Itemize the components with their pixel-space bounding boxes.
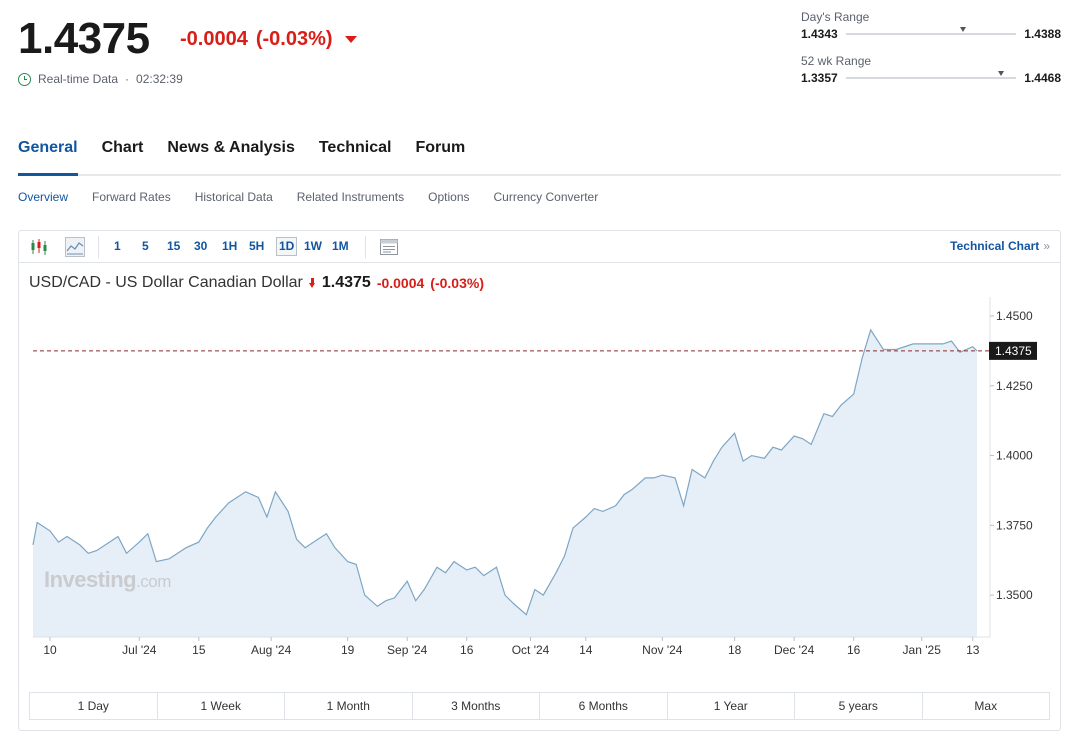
days-range-bar <box>845 27 1017 35</box>
period-selector: 1 Day 1 Week 1 Month 3 Months 6 Months 1… <box>29 692 1050 720</box>
days-range-high: 1.4388 <box>1024 27 1061 41</box>
timeframe-15[interactable]: 15 <box>167 239 180 253</box>
x-tick-label: Dec '24 <box>774 643 815 657</box>
subtab-related-instruments[interactable]: Related Instruments <box>297 190 404 204</box>
quote-page: 1.4375 -0.0004 (-0.03%) Real-time Data ·… <box>0 0 1078 741</box>
sub-tabs: Overview Forward Rates Historical Data R… <box>18 190 622 204</box>
chart-title-price: 1.4375 <box>321 274 371 291</box>
subtab-overview[interactable]: Overview <box>18 190 68 204</box>
x-tick-label: Aug '24 <box>251 643 292 657</box>
realtime-time: 02:32:39 <box>136 72 183 86</box>
y-tick-label: 1.3750 <box>996 518 1033 532</box>
timeframe-30[interactable]: 30 <box>194 239 207 253</box>
clock-icon <box>18 72 31 86</box>
chart-panel: 1 5 15 30 1H 5H 1D 1W 1M Technical Chart… <box>18 230 1061 731</box>
technical-chart-label: Technical Chart <box>950 239 1040 253</box>
chart-title-change: -0.0004 <box>376 275 425 291</box>
subtab-currency-converter[interactable]: Currency Converter <box>494 190 599 204</box>
realtime-status: Real-time Data · 02:32:39 <box>18 72 183 86</box>
y-tick-label: 1.4500 <box>996 309 1033 323</box>
timeframe-5h[interactable]: 5H <box>249 239 264 253</box>
instrument-name: USD/CAD - US Dollar Canadian Dollar <box>29 274 303 291</box>
week52-range-bar <box>845 71 1017 79</box>
toolbar-divider <box>98 236 99 258</box>
realtime-label: Real-time Data <box>38 72 119 86</box>
period-1-year[interactable]: 1 Year <box>668 693 795 719</box>
change-value: -0.0004 <box>180 28 248 50</box>
x-tick-label: 16 <box>847 643 861 657</box>
x-tick-label: Jan '25 <box>903 643 942 657</box>
current-price-label: 1.4375 <box>995 344 1032 358</box>
x-tick-label: 14 <box>579 643 593 657</box>
week52-range-marker <box>997 71 1004 76</box>
period-max[interactable]: Max <box>923 693 1050 719</box>
tab-news-analysis[interactable]: News & Analysis <box>167 136 294 176</box>
last-price: 1.4375 <box>18 14 150 63</box>
x-tick-label: Sep '24 <box>387 643 428 657</box>
main-tabs: General Chart News & Analysis Technical … <box>18 136 1061 176</box>
arrow-down-icon <box>308 278 316 288</box>
chart-title-change-percent: (-0.03%) <box>430 275 484 291</box>
period-5-years[interactable]: 5 years <box>795 693 923 719</box>
period-1-day[interactable]: 1 Day <box>30 693 158 719</box>
y-tick-label: 1.4250 <box>996 379 1033 393</box>
candlestick-icon[interactable] <box>29 237 49 257</box>
tab-forum[interactable]: Forum <box>415 136 465 176</box>
tab-technical[interactable]: Technical <box>319 136 392 176</box>
subtab-options[interactable]: Options <box>428 190 469 204</box>
x-tick-label: 13 <box>966 643 980 657</box>
timeframe-1m[interactable]: 1M <box>332 239 349 253</box>
x-tick-label: 18 <box>728 643 742 657</box>
technical-chart-link[interactable]: Technical Chart» <box>950 239 1050 253</box>
price-change: -0.0004 (-0.03%) <box>180 28 357 51</box>
y-tick-label: 1.4000 <box>996 449 1033 463</box>
timeframe-1w[interactable]: 1W <box>304 239 322 253</box>
change-percent: (-0.03%) <box>255 28 333 50</box>
x-tick-label: 10 <box>43 643 57 657</box>
tab-chart[interactable]: Chart <box>102 136 144 176</box>
x-tick-label: Oct '24 <box>512 643 550 657</box>
week52-range-low: 1.3357 <box>801 71 838 85</box>
x-tick-label: Jul '24 <box>122 643 157 657</box>
period-3-months[interactable]: 3 Months <box>413 693 540 719</box>
days-range: Day's Range 1.4343 1.4388 <box>801 10 1061 41</box>
period-1-month[interactable]: 1 Month <box>285 693 413 719</box>
caret-down-icon <box>344 36 357 43</box>
toolbar-divider <box>365 236 366 258</box>
timeframe-5[interactable]: 5 <box>142 239 149 253</box>
investing-logo: Investing.com <box>44 567 171 592</box>
week52-range-high: 1.4468 <box>1024 71 1061 85</box>
double-chevron-right-icon: » <box>1043 239 1050 253</box>
area-chart-icon[interactable] <box>65 237 85 257</box>
chart-title: USD/CAD - US Dollar Canadian Dollar 1.43… <box>29 274 484 292</box>
days-range-low: 1.4343 <box>801 27 838 41</box>
x-tick-label: 19 <box>341 643 355 657</box>
x-tick-label: Nov '24 <box>642 643 683 657</box>
week52-range-label: 52 wk Range <box>801 54 872 68</box>
days-range-label: Day's Range <box>801 10 870 24</box>
x-tick-label: 16 <box>460 643 474 657</box>
days-range-marker <box>960 27 967 32</box>
timeframe-1[interactable]: 1 <box>114 239 121 253</box>
y-tick-label: 1.3500 <box>996 588 1033 602</box>
timeframe-1d[interactable]: 1D <box>276 237 298 256</box>
calendar-icon[interactable] <box>379 237 399 257</box>
tab-general[interactable]: General <box>18 136 78 176</box>
chart-toolbar: 1 5 15 30 1H 5H 1D 1W 1M Technical Chart… <box>19 231 1060 263</box>
timeframe-1h[interactable]: 1H <box>222 239 237 253</box>
price-chart[interactable]: 1.3500 1.3750 1.4000 1.4250 1.4500 10 Jul '24 1… <box>19 297 1060 667</box>
x-tick-label: 15 <box>192 643 206 657</box>
subtab-historical-data[interactable]: Historical Data <box>195 190 273 204</box>
period-1-week[interactable]: 1 Week <box>158 693 285 719</box>
period-6-months[interactable]: 6 Months <box>540 693 668 719</box>
subtab-forward-rates[interactable]: Forward Rates <box>92 190 171 204</box>
week52-range: 52 wk Range 1.3357 1.4468 <box>801 54 1061 85</box>
